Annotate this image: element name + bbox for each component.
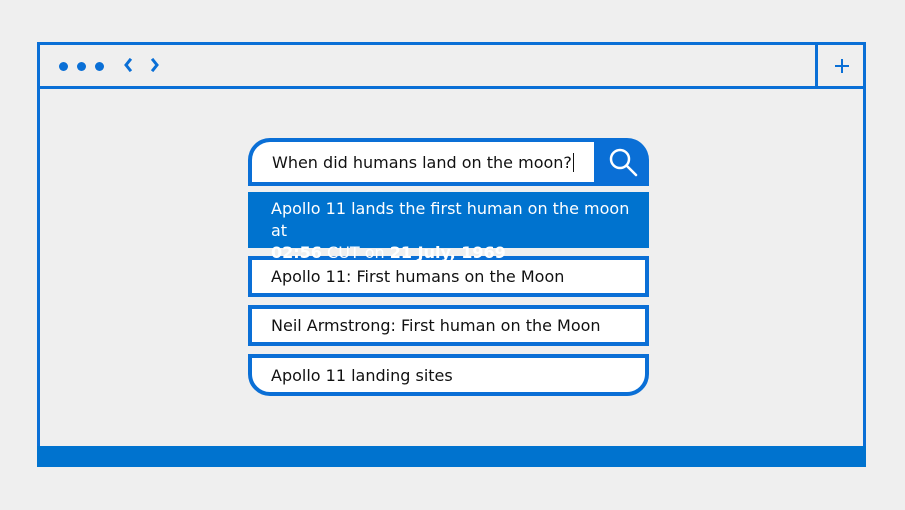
dot-icon[interactable] bbox=[95, 62, 104, 71]
window-controls bbox=[59, 62, 104, 71]
dot-icon[interactable] bbox=[59, 62, 68, 71]
search-input[interactable]: When did humans land on the moon? bbox=[252, 142, 594, 182]
status-bar bbox=[37, 446, 866, 467]
featured-result-suffix: CUT on bbox=[321, 243, 390, 262]
search-button[interactable] bbox=[596, 138, 649, 186]
search-query-text: When did humans land on the moon? bbox=[272, 152, 572, 172]
search-widget: When did humans land on the moon? Apollo… bbox=[248, 138, 649, 396]
search-bar: When did humans land on the moon? bbox=[248, 138, 649, 186]
text-caret bbox=[572, 152, 574, 172]
browser-titlebar bbox=[40, 45, 863, 89]
dot-icon[interactable] bbox=[77, 62, 86, 71]
result-item[interactable]: Neil Armstrong: First human on the Moon bbox=[248, 305, 649, 346]
featured-result-date: 21 July, 1969 bbox=[389, 243, 506, 262]
result-item-label: Neil Armstrong: First human on the Moon bbox=[271, 316, 601, 335]
result-item[interactable]: Apollo 11 landing sites bbox=[248, 354, 649, 396]
chevron-left-icon bbox=[124, 58, 133, 72]
forward-button[interactable] bbox=[149, 57, 161, 73]
new-tab-button[interactable] bbox=[818, 45, 866, 86]
plus-icon bbox=[835, 58, 849, 73]
back-button[interactable] bbox=[122, 57, 134, 73]
search-icon bbox=[609, 148, 637, 177]
result-item-label: Apollo 11 landing sites bbox=[271, 365, 453, 385]
featured-result-time: 02:56 bbox=[271, 243, 322, 262]
chevron-right-icon bbox=[150, 58, 159, 72]
featured-result-line1: Apollo 11 lands the first human on the m… bbox=[271, 199, 630, 240]
featured-result[interactable]: Apollo 11 lands the first human on the m… bbox=[248, 192, 649, 262]
result-item-label: Apollo 11: First humans on the Moon bbox=[271, 267, 565, 286]
